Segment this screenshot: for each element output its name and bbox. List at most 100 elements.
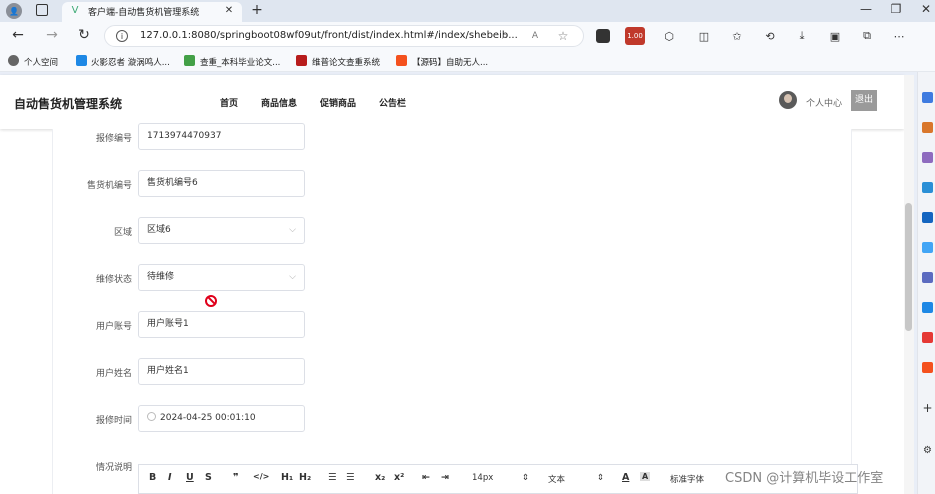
repair-time-picker[interactable]: 2024-04-25 00:01:10: [138, 405, 305, 432]
underline-icon[interactable]: U: [186, 472, 194, 483]
extension-icon[interactable]: [596, 29, 610, 43]
bold-icon[interactable]: B: [149, 472, 156, 483]
tab-actions-icon[interactable]: [36, 4, 48, 16]
area-select[interactable]: 区域6 ⌵: [138, 217, 305, 244]
favorites-icon[interactable]: ✩: [730, 29, 744, 43]
indent-icon[interactable]: ⇥: [441, 472, 449, 483]
font-color-icon[interactable]: A: [622, 472, 629, 483]
back-icon[interactable]: ←: [10, 27, 26, 43]
repair-status-select[interactable]: 待维修 ⌵: [138, 264, 305, 291]
bookmark-globe-icon: [8, 55, 19, 66]
not-allowed-cursor-icon: [205, 295, 217, 307]
rail-settings-icon[interactable]: ⚙: [922, 445, 933, 456]
repair-time-value: 2024-04-25 00:01:10: [160, 413, 256, 423]
bookmark-item-3[interactable]: 维普论文查重系统: [312, 56, 380, 68]
site-header: [0, 75, 904, 129]
bookmark-play-icon: [76, 55, 87, 66]
font-family-select[interactable]: 标准字体: [670, 473, 704, 485]
rail-search-icon[interactable]: [922, 92, 933, 103]
bookmark-item-1[interactable]: 火影忍者 漩涡鸣人...: [91, 56, 170, 68]
nav-home[interactable]: 首页: [220, 96, 238, 109]
background-color-icon[interactable]: A: [640, 472, 651, 481]
outdent-icon[interactable]: ⇤: [422, 472, 430, 483]
nav-promotions[interactable]: 促销商品: [320, 96, 356, 109]
bookmark-v-icon: [296, 55, 307, 66]
field-label-repair-status: 维修状态: [95, 275, 132, 285]
minimize-icon[interactable]: —: [860, 2, 872, 16]
field-label-repair-no: 报修编号: [95, 134, 132, 144]
refresh-icon[interactable]: ↻: [76, 27, 92, 43]
rail-link-icon[interactable]: [922, 242, 933, 253]
chevron-updown-icon: ⇕: [522, 473, 530, 483]
nav-announcements[interactable]: 公告栏: [379, 96, 406, 109]
close-tab-icon[interactable]: ✕: [224, 5, 234, 16]
field-label-user-name: 用户姓名: [95, 369, 132, 379]
area-select-value: 区域6: [147, 225, 171, 235]
rail-c-icon[interactable]: [922, 362, 933, 373]
favorite-star-icon[interactable]: ☆: [556, 29, 570, 43]
rail-outlook-icon[interactable]: [922, 212, 933, 223]
bookmark-item-0[interactable]: 个人空间: [24, 56, 58, 68]
field-label-area: 区域: [113, 228, 132, 238]
repair-no-input[interactable]: 1713974470937: [138, 123, 305, 150]
machine-no-input[interactable]: 售货机编号6: [138, 170, 305, 197]
site-logo-text[interactable]: 自动售货机管理系统: [14, 95, 122, 112]
restore-icon[interactable]: ❐: [890, 2, 902, 16]
screenshot-icon[interactable]: ⧉: [860, 29, 874, 43]
rail-office-icon[interactable]: [922, 332, 933, 343]
user-name-input[interactable]: 用户姓名1: [138, 358, 305, 385]
field-label-user-account: 用户账号: [95, 322, 132, 332]
user-account-input[interactable]: 用户账号1: [138, 311, 305, 338]
site-info-icon[interactable]: i: [116, 30, 128, 42]
repair-status-value: 待维修: [147, 272, 175, 282]
rail-app-icon[interactable]: [922, 302, 933, 313]
rail-people-icon[interactable]: [922, 152, 933, 163]
downloads-icon[interactable]: ⤓: [795, 29, 809, 43]
new-tab-icon[interactable]: +: [250, 2, 264, 18]
history-icon[interactable]: ⟲: [763, 29, 777, 43]
profile-icon[interactable]: 👤: [6, 3, 22, 19]
more-menu-icon[interactable]: ⋯: [892, 29, 906, 43]
read-aloud-icon[interactable]: A: [528, 29, 542, 43]
close-window-icon[interactable]: ✕: [920, 2, 932, 16]
rail-translate-icon[interactable]: [922, 272, 933, 283]
rail-games-icon[interactable]: [922, 182, 933, 193]
rail-shopping-icon[interactable]: [922, 122, 933, 133]
chevron-updown-icon: ⇕: [597, 473, 605, 483]
bullet-list-icon[interactable]: ☰: [346, 472, 355, 483]
bookmark-c-icon: [396, 55, 407, 66]
scrollbar-thumb[interactable]: [905, 203, 912, 331]
logout-button[interactable]: 退出: [851, 90, 877, 111]
extension-badge-icon[interactable]: 1.00: [625, 27, 645, 45]
ordered-list-icon[interactable]: ☰: [328, 472, 337, 483]
field-label-machine-no: 售货机编号: [86, 181, 132, 191]
subscript-icon[interactable]: x₂: [375, 472, 385, 483]
bookmark-pp-icon: [184, 55, 195, 66]
heading1-icon[interactable]: H₁: [281, 472, 293, 483]
clock-icon: [147, 412, 156, 421]
field-label-description: 情况说明: [95, 463, 132, 473]
avatar[interactable]: [779, 91, 797, 109]
text-style-select[interactable]: 文本: [548, 473, 565, 485]
split-screen-icon[interactable]: ◫: [697, 29, 711, 43]
bookmark-item-4[interactable]: 【源码】自助无人...: [412, 56, 488, 68]
user-center-link[interactable]: 个人中心: [806, 96, 842, 109]
collections-icon[interactable]: ▣: [828, 29, 842, 43]
tab-title: 客户端-自动售货机管理系统: [88, 8, 200, 18]
nav-products[interactable]: 商品信息: [261, 96, 297, 109]
extensions-puzzle-icon[interactable]: ⬡: [662, 29, 676, 43]
zoom-icon[interactable]: ⌕: [498, 29, 512, 43]
code-icon[interactable]: </>: [253, 472, 269, 481]
superscript-icon[interactable]: x²: [394, 472, 404, 483]
forward-icon[interactable]: →: [44, 27, 60, 43]
rail-add-icon[interactable]: +: [922, 401, 933, 415]
url-text[interactable]: 127.0.0.1:8080/springboot08wf09ut/front/…: [140, 30, 518, 41]
italic-icon[interactable]: I: [168, 472, 172, 483]
heading2-icon[interactable]: H₂: [299, 472, 311, 483]
bookmark-item-2[interactable]: 查重_本科毕业论文...: [200, 56, 280, 68]
chevron-down-icon: ⌵: [289, 225, 296, 235]
quote-icon[interactable]: ❞: [233, 472, 239, 483]
strikethrough-icon[interactable]: S: [205, 472, 212, 483]
chevron-down-icon: ⌵: [289, 272, 296, 282]
font-size-select[interactable]: 14px: [472, 473, 493, 483]
